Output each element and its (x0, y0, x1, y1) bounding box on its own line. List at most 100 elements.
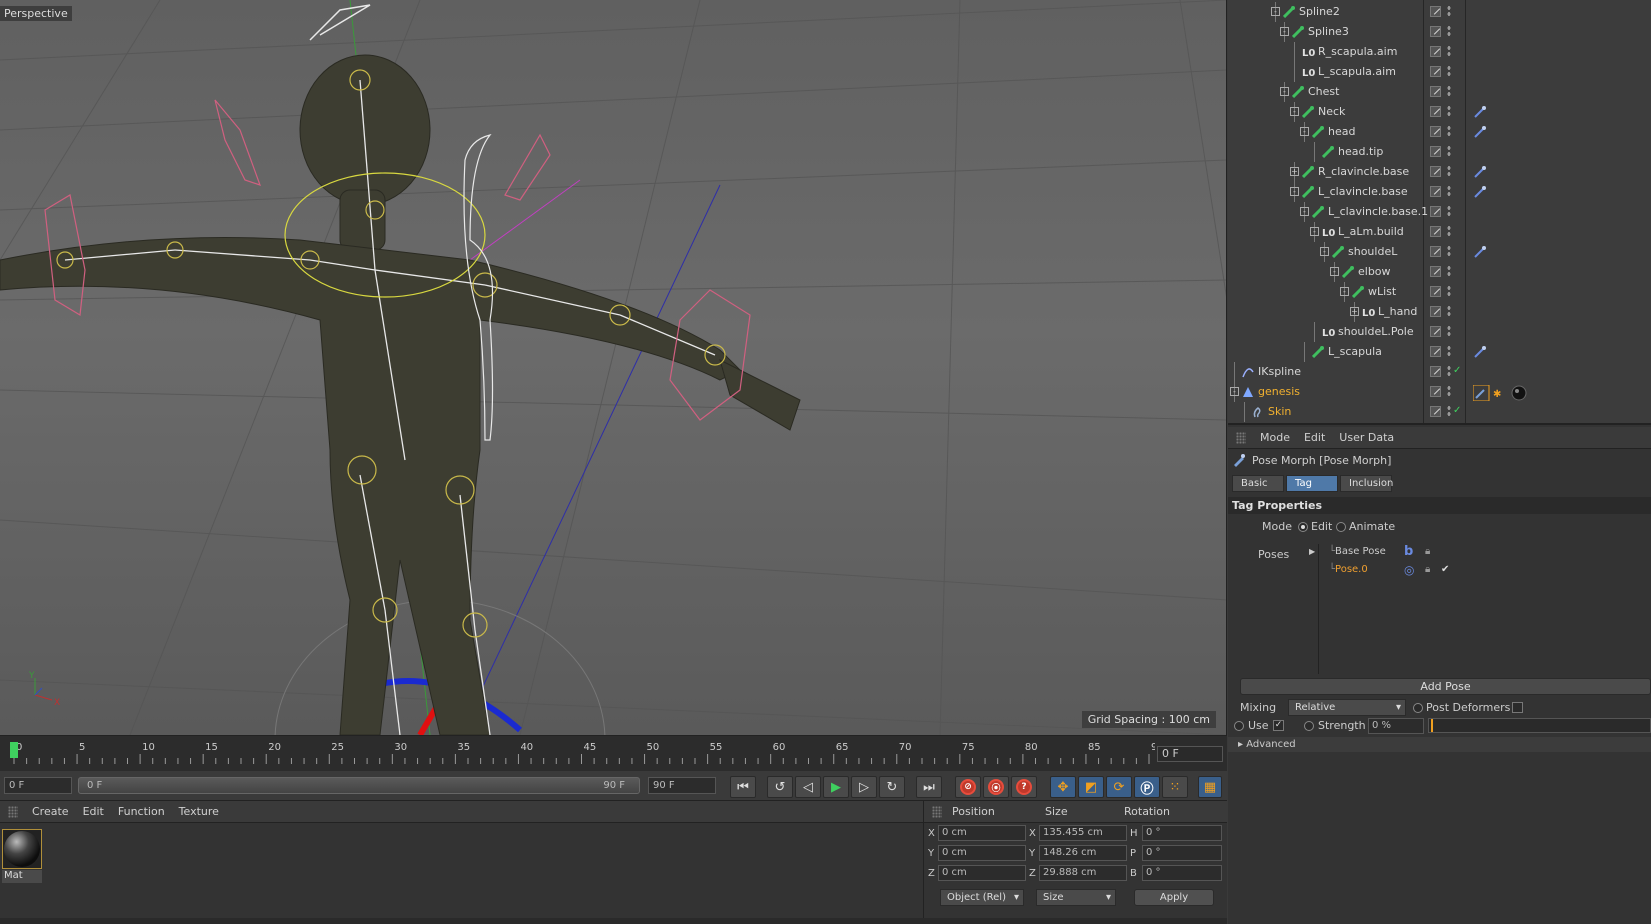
prev-frame-button[interactable]: ◁ (795, 776, 821, 798)
visibility-dots-icon[interactable] (1447, 265, 1451, 278)
menu-texture[interactable]: Texture (179, 805, 219, 818)
add-pose-button[interactable]: Add Pose (1240, 678, 1651, 695)
pose-morph-tag-icon[interactable] (1473, 245, 1487, 259)
visibility-dots-icon[interactable] (1447, 405, 1451, 418)
collapse-icon[interactable]: - (1310, 227, 1319, 236)
size-x-field[interactable]: 135.455 cm (1039, 825, 1127, 841)
enabled-check-icon[interactable]: ✓ (1453, 365, 1461, 376)
object-name[interactable]: Neck (1318, 105, 1345, 118)
prev-key-button[interactable]: ↺ (767, 776, 793, 798)
menu-edit[interactable]: Edit (83, 805, 104, 818)
object-row[interactable]: - Spline2 (1228, 2, 1651, 22)
object-tags-icon[interactable]: ✱ (1472, 384, 1533, 402)
advanced-group[interactable]: ▸ Advanced (1228, 737, 1651, 752)
object-row[interactable]: - wList (1228, 282, 1651, 302)
time-range-slider[interactable]: 0 F 90 F (78, 777, 640, 794)
mixing-dropdown[interactable]: Relative (1288, 699, 1406, 716)
layer-icon[interactable] (1430, 386, 1441, 397)
object-row[interactable]: - shouldeL (1228, 242, 1651, 262)
object-name[interactable]: head.tip (1338, 145, 1383, 158)
visibility-dots-icon[interactable] (1447, 125, 1451, 138)
object-row[interactable]: - Spline3 (1228, 22, 1651, 42)
strength-slider[interactable] (1428, 718, 1651, 733)
strength-slider-knob[interactable] (1431, 719, 1433, 732)
menu-create[interactable]: Create (32, 805, 69, 818)
object-row[interactable]: - head (1228, 122, 1651, 142)
size-z-field[interactable]: 29.888 cm (1039, 865, 1127, 881)
object-name[interactable]: L_scapula (1328, 345, 1382, 358)
pose-morph-tag-icon[interactable] (1473, 345, 1487, 359)
object-name[interactable]: L_clavincle.base.1 (1328, 205, 1428, 218)
size-mode-dropdown[interactable]: Size (1036, 889, 1116, 906)
layer-icon[interactable] (1430, 266, 1441, 277)
visibility-dots-icon[interactable] (1447, 85, 1451, 98)
visibility-dots-icon[interactable] (1447, 205, 1451, 218)
layer-icon[interactable] (1430, 326, 1441, 337)
visibility-dots-icon[interactable] (1447, 285, 1451, 298)
object-row[interactable]: Skin ✓ (1228, 402, 1651, 422)
layer-icon[interactable] (1430, 26, 1441, 37)
enabled-check-icon[interactable]: ✓ (1453, 405, 1461, 416)
poses-expand-icon[interactable]: ▶ (1309, 547, 1315, 556)
object-row[interactable]: - elbow (1228, 262, 1651, 282)
collapse-icon[interactable]: - (1300, 207, 1309, 216)
object-row[interactable]: - L_clavincle.base (1228, 182, 1651, 202)
layer-icon[interactable] (1430, 86, 1441, 97)
collapse-icon[interactable]: - (1280, 87, 1289, 96)
layer-icon[interactable] (1430, 306, 1441, 317)
mode-edit-radio[interactable] (1298, 522, 1308, 532)
object-name[interactable]: shouldeL.Pole (1338, 325, 1414, 338)
layer-icon[interactable] (1430, 166, 1441, 177)
use-anim-radio[interactable] (1234, 721, 1244, 731)
object-name[interactable]: L_clavincle.base (1318, 185, 1408, 198)
position-y-field[interactable]: 0 cm (938, 845, 1026, 861)
enabled-check-icon[interactable]: ✔ (1441, 564, 1449, 575)
object-row[interactable]: head.tip (1228, 142, 1651, 162)
object-row[interactable]: - genesis ✱ (1228, 382, 1651, 402)
object-name[interactable]: shouldeL (1348, 245, 1397, 258)
object-name[interactable]: Skin (1268, 405, 1291, 418)
object-row[interactable]: L0 shouldeL.Pole (1228, 322, 1651, 342)
object-row[interactable]: - L0 L_aLm.build (1228, 222, 1651, 242)
visibility-dots-icon[interactable] (1447, 45, 1451, 58)
menu-user-data[interactable]: User Data (1339, 431, 1394, 444)
pose-morph-tag-icon[interactable] (1473, 185, 1487, 199)
visibility-dots-icon[interactable] (1447, 25, 1451, 38)
record-point-level-button[interactable]: ⁙ (1162, 776, 1188, 798)
rotation-p-field[interactable]: 0 ° (1142, 845, 1222, 861)
layer-icon[interactable] (1430, 286, 1441, 297)
lock-icon[interactable]: 🔒︎ (1425, 546, 1430, 557)
current-frame-field[interactable]: 0 F (1157, 746, 1223, 762)
object-row[interactable]: - Neck (1228, 102, 1651, 122)
tab-tag[interactable]: Tag (1286, 475, 1338, 492)
collapse-icon[interactable]: - (1330, 267, 1339, 276)
pose-item-base[interactable]: └Base Pose b 🔒︎ (1329, 544, 1430, 562)
next-frame-button[interactable]: ▷ (851, 776, 877, 798)
post-deformers-checkbox[interactable] (1512, 702, 1523, 713)
visibility-dots-icon[interactable] (1447, 165, 1451, 178)
object-name[interactable]: R_clavincle.base (1318, 165, 1409, 178)
apply-button[interactable]: Apply (1134, 889, 1214, 906)
visibility-dots-icon[interactable] (1447, 385, 1451, 398)
material-thumbnail[interactable] (2, 829, 42, 869)
scheme-button[interactable]: ▦ (1198, 776, 1222, 798)
layer-icon[interactable] (1430, 346, 1441, 357)
post-deformers-anim-radio[interactable] (1413, 703, 1423, 713)
base-pose-b-icon[interactable]: b (1404, 544, 1413, 559)
record-parameter-button[interactable]: Ⓟ (1134, 776, 1160, 798)
collapse-icon[interactable]: - (1290, 187, 1299, 196)
pose-morph-tag-icon[interactable] (1473, 125, 1487, 139)
visibility-dots-icon[interactable] (1447, 325, 1451, 338)
strength-anim-radio[interactable] (1304, 721, 1314, 731)
rotation-h-field[interactable]: 0 ° (1142, 825, 1222, 841)
position-x-field[interactable]: 0 cm (938, 825, 1026, 841)
visibility-dots-icon[interactable] (1447, 245, 1451, 258)
menu-function[interactable]: Function (118, 805, 165, 818)
layer-icon[interactable] (1430, 206, 1441, 217)
object-name[interactable]: Spline3 (1308, 25, 1349, 38)
goto-start-button[interactable]: ⏮ (730, 776, 756, 798)
pose-item-0[interactable]: └Pose.0 ◎ 🔒︎ ✔ (1329, 563, 1449, 580)
visibility-dots-icon[interactable] (1447, 5, 1451, 18)
grip-icon[interactable] (1236, 431, 1246, 444)
layer-icon[interactable] (1430, 106, 1441, 117)
